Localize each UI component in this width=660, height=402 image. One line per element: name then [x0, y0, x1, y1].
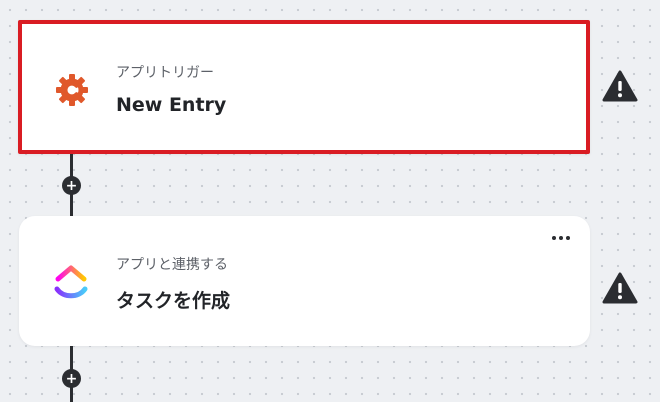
more-dot [552, 236, 556, 240]
step-type-label: アプリと連携する [116, 257, 228, 273]
warning-icon[interactable] [602, 272, 638, 304]
more-dot [559, 236, 563, 240]
step-title: New Entry [116, 94, 227, 116]
add-step-button[interactable]: + [62, 176, 81, 195]
step-title: タスクを作成 [116, 290, 231, 312]
more-options-button[interactable] [552, 236, 570, 240]
warning-icon[interactable] [602, 70, 638, 102]
cognito-forms-gear-icon [54, 72, 90, 108]
trigger-step-card[interactable]: アプリトリガー New Entry [18, 20, 590, 154]
add-step-button[interactable]: + [62, 369, 81, 388]
action-step-card[interactable]: アプリと連携する タスクを作成 [19, 216, 590, 346]
step-type-label: アプリトリガー [116, 65, 214, 81]
more-dot [566, 236, 570, 240]
clickup-logo-icon [53, 262, 89, 302]
